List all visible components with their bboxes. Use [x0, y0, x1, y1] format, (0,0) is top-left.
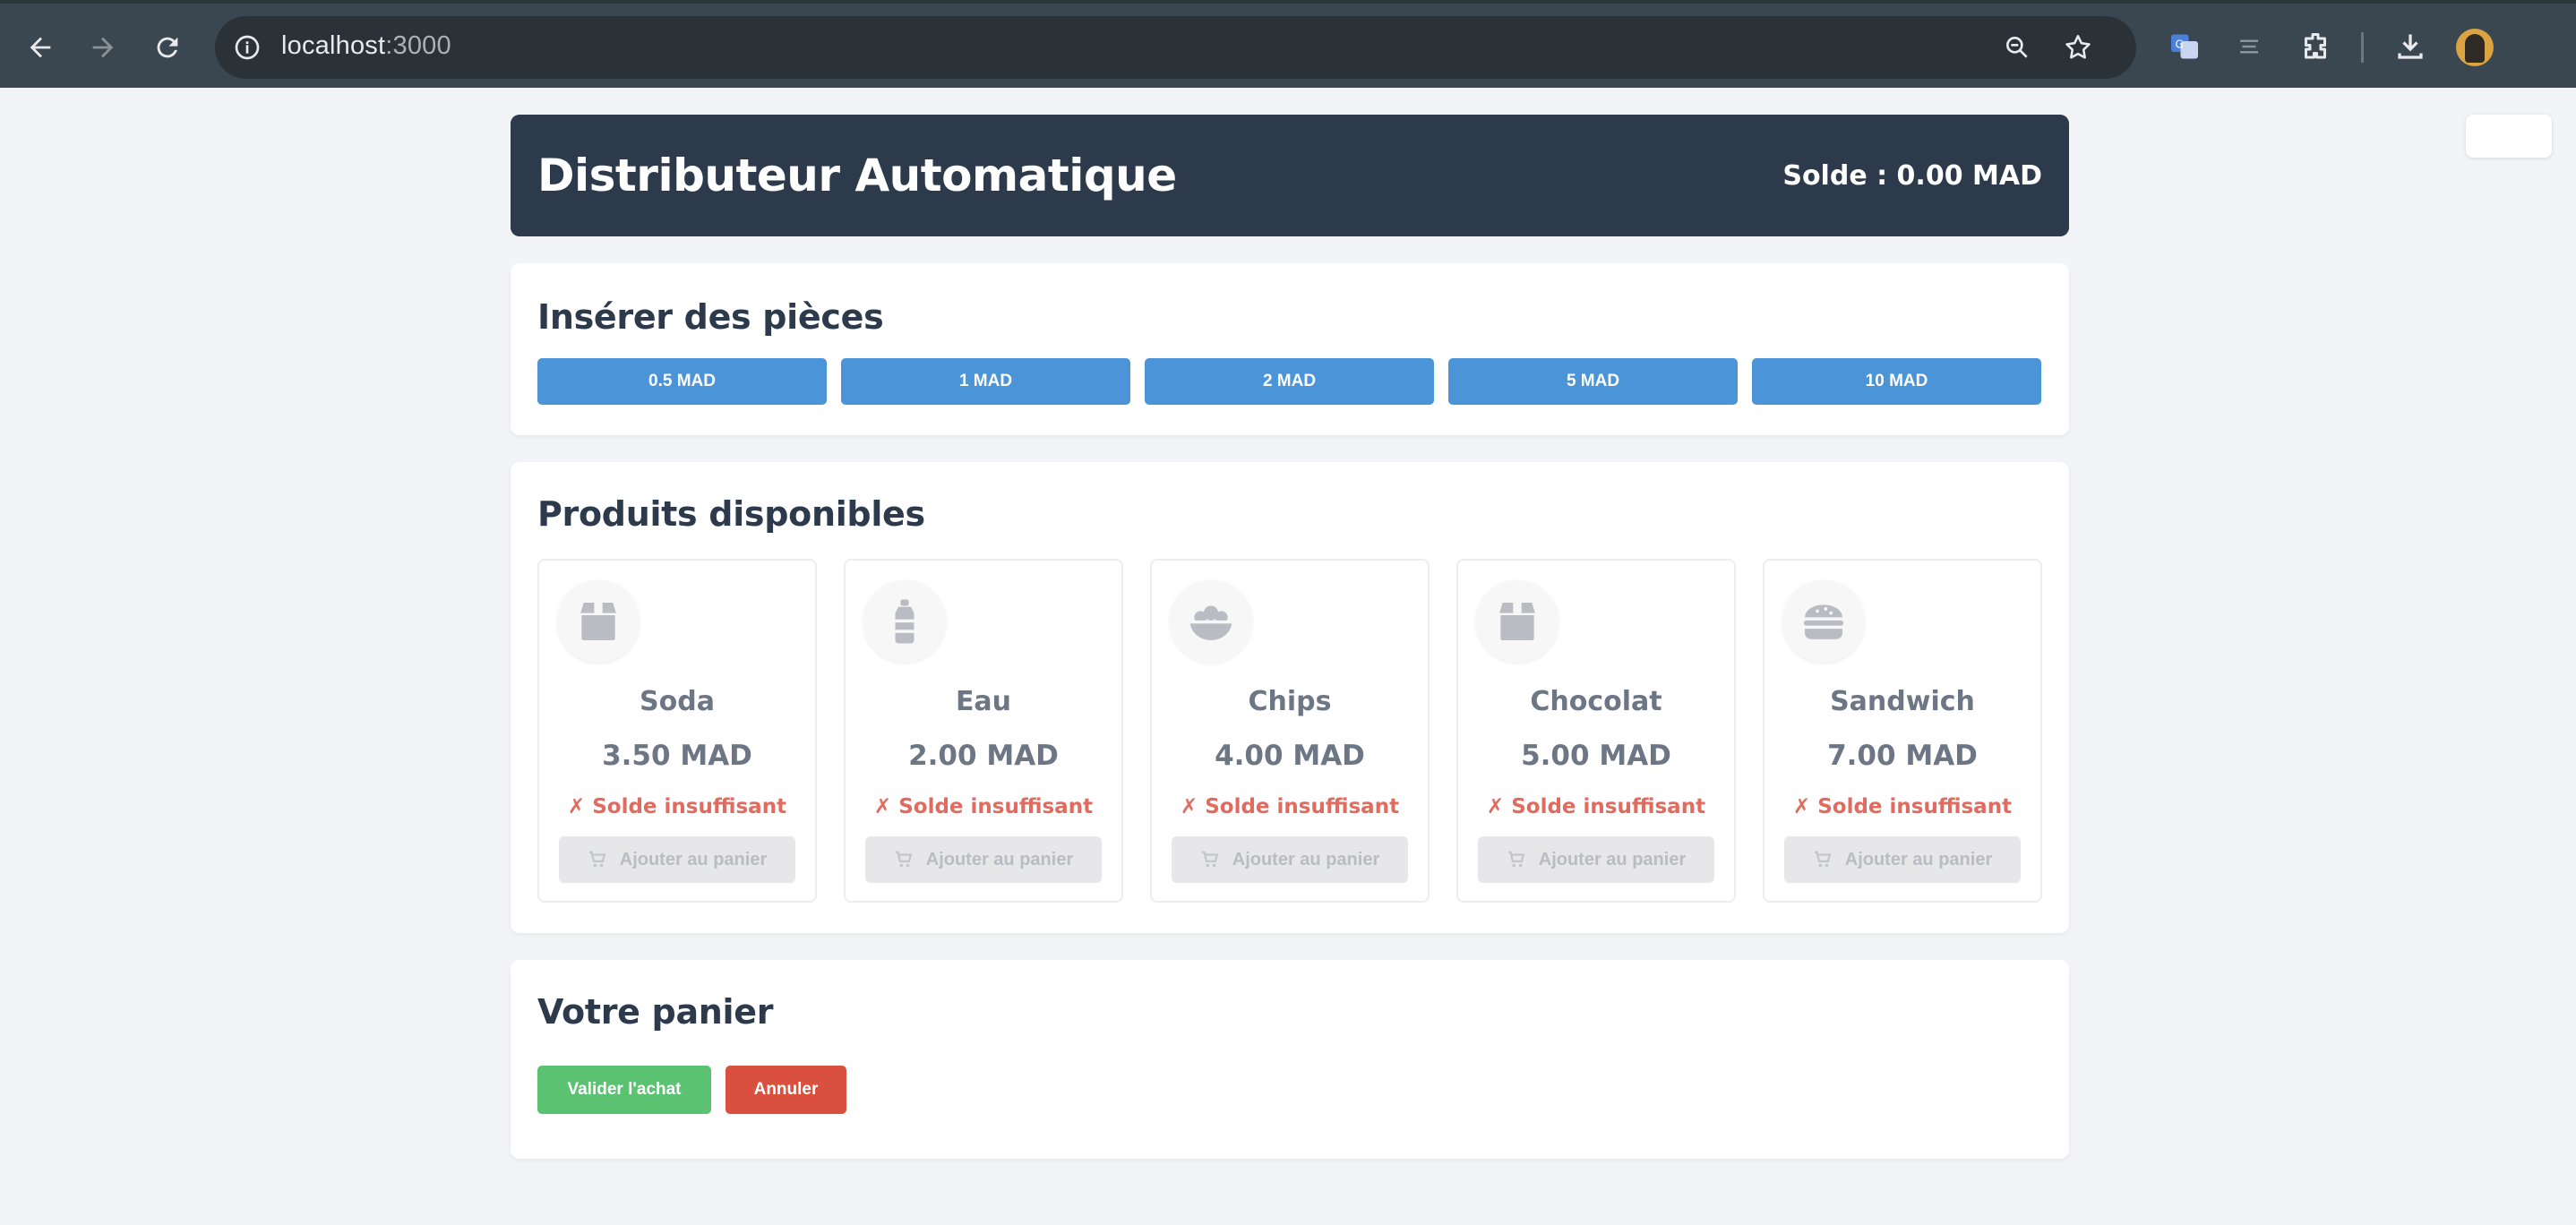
product-card-eau: Eau 2.00 MAD ✗ Solde insuffisant Ajouter…	[844, 559, 1123, 903]
profile-avatar[interactable]	[2456, 29, 2494, 66]
zoom-icon[interactable]	[1999, 30, 2035, 65]
coin-button-0-5[interactable]: 0.5 MAD	[537, 358, 827, 405]
product-name: Eau	[955, 686, 1012, 717]
coins-title: Insérer des pièces	[537, 297, 884, 337]
insufficient-balance-status: ✗ Solde insuffisant	[1180, 795, 1400, 818]
back-button[interactable]	[18, 25, 63, 70]
cart-section: Votre panier Valider l'achat Annuler	[511, 960, 2069, 1159]
floating-widget[interactable]	[2466, 115, 2552, 158]
coin-buttons: 0.5 MAD 1 MAD 2 MAD 5 MAD 10 MAD	[537, 358, 2042, 405]
cart-title: Votre panier	[537, 992, 774, 1032]
add-to-cart-button[interactable]: Ajouter au panier	[559, 836, 795, 883]
insufficient-balance-status: ✗ Solde insuffisant	[1792, 795, 2013, 818]
cart-icon	[895, 851, 913, 868]
app-title: Distributeur Automatique	[537, 150, 1177, 201]
browser-toolbar: localhost:3000 G	[0, 0, 2576, 88]
product-name: Chocolat	[1530, 686, 1662, 717]
coin-button-1[interactable]: 1 MAD	[841, 358, 1130, 405]
products-section: Produits disponibles Soda 3.50 MAD ✗ Sol…	[511, 462, 2069, 933]
coins-section: Insérer des pièces 0.5 MAD 1 MAD 2 MAD 5…	[511, 263, 2069, 435]
product-price: 3.50 MAD	[602, 740, 752, 772]
bowl-icon	[1170, 580, 1252, 663]
box-icon	[1476, 580, 1558, 663]
address-bar[interactable]: localhost:3000	[215, 16, 2136, 79]
cart-icon	[588, 851, 606, 868]
products-title: Produits disponibles	[537, 494, 925, 534]
balance-display: Solde : 0.00 MAD	[1782, 159, 2042, 192]
product-price: 2.00 MAD	[908, 740, 1059, 772]
arrow-left-icon	[30, 37, 51, 58]
product-card-chips: Chips 4.00 MAD ✗ Solde insuffisant Ajout…	[1150, 559, 1430, 903]
cart-icon	[1201, 851, 1219, 868]
product-card-chocolat: Chocolat 5.00 MAD ✗ Solde insuffisant Aj…	[1456, 559, 1736, 903]
cart-icon	[1814, 851, 1832, 868]
add-to-cart-button[interactable]: Ajouter au panier	[865, 836, 1102, 883]
reload-button[interactable]	[145, 25, 190, 70]
url-text: localhost:3000	[281, 31, 451, 60]
add-to-cart-button[interactable]: Ajouter au panier	[1478, 836, 1714, 883]
app-header: Distributeur Automatique Solde : 0.00 MA…	[511, 115, 2069, 236]
coin-button-10[interactable]: 10 MAD	[1752, 358, 2041, 405]
box-icon	[557, 580, 640, 663]
product-name: Chips	[1248, 686, 1332, 717]
reload-icon	[157, 37, 178, 58]
insufficient-balance-status: ✗ Solde insuffisant	[873, 795, 1094, 818]
add-to-cart-button[interactable]: Ajouter au panier	[1784, 836, 2021, 883]
cart-icon	[1507, 851, 1525, 868]
bottle-icon	[863, 580, 946, 663]
product-name: Sandwich	[1830, 686, 1975, 717]
product-card-sandwich: Sandwich 7.00 MAD ✗ Solde insuffisant Aj…	[1763, 559, 2042, 903]
forward-button[interactable]	[81, 25, 125, 70]
insufficient-balance-status: ✗ Solde insuffisant	[567, 795, 787, 818]
vending-app: Distributeur Automatique Solde : 0.00 MA…	[511, 115, 2069, 1159]
product-price: 7.00 MAD	[1827, 740, 1978, 772]
extensions-puzzle-icon[interactable]	[2295, 26, 2336, 67]
product-card-soda: Soda 3.50 MAD ✗ Solde insuffisant Ajoute…	[537, 559, 817, 903]
add-to-cart-button[interactable]: Ajouter au panier	[1172, 836, 1408, 883]
site-info-icon[interactable]	[229, 30, 265, 65]
cart-actions: Valider l'achat Annuler	[537, 1066, 2042, 1114]
arrow-right-icon	[92, 37, 114, 58]
toolbar-divider	[2361, 32, 2364, 63]
product-price: 4.00 MAD	[1215, 740, 1365, 772]
download-icon[interactable]	[2390, 26, 2431, 67]
coin-button-2[interactable]: 2 MAD	[1145, 358, 1434, 405]
insufficient-balance-status: ✗ Solde insuffisant	[1486, 795, 1706, 818]
coin-button-5[interactable]: 5 MAD	[1448, 358, 1738, 405]
product-price: 5.00 MAD	[1521, 740, 1671, 772]
burger-icon	[1782, 580, 1865, 663]
cancel-button[interactable]: Annuler	[726, 1066, 846, 1114]
validate-purchase-button[interactable]: Valider l'achat	[537, 1066, 711, 1114]
product-list: Soda 3.50 MAD ✗ Solde insuffisant Ajoute…	[537, 559, 2042, 903]
svg-text:G: G	[2176, 39, 2184, 51]
google-translate-icon[interactable]: G	[2164, 26, 2205, 67]
product-name: Soda	[640, 686, 715, 717]
reading-list-icon[interactable]	[2228, 26, 2270, 67]
bookmark-star-icon[interactable]	[2060, 30, 2096, 65]
